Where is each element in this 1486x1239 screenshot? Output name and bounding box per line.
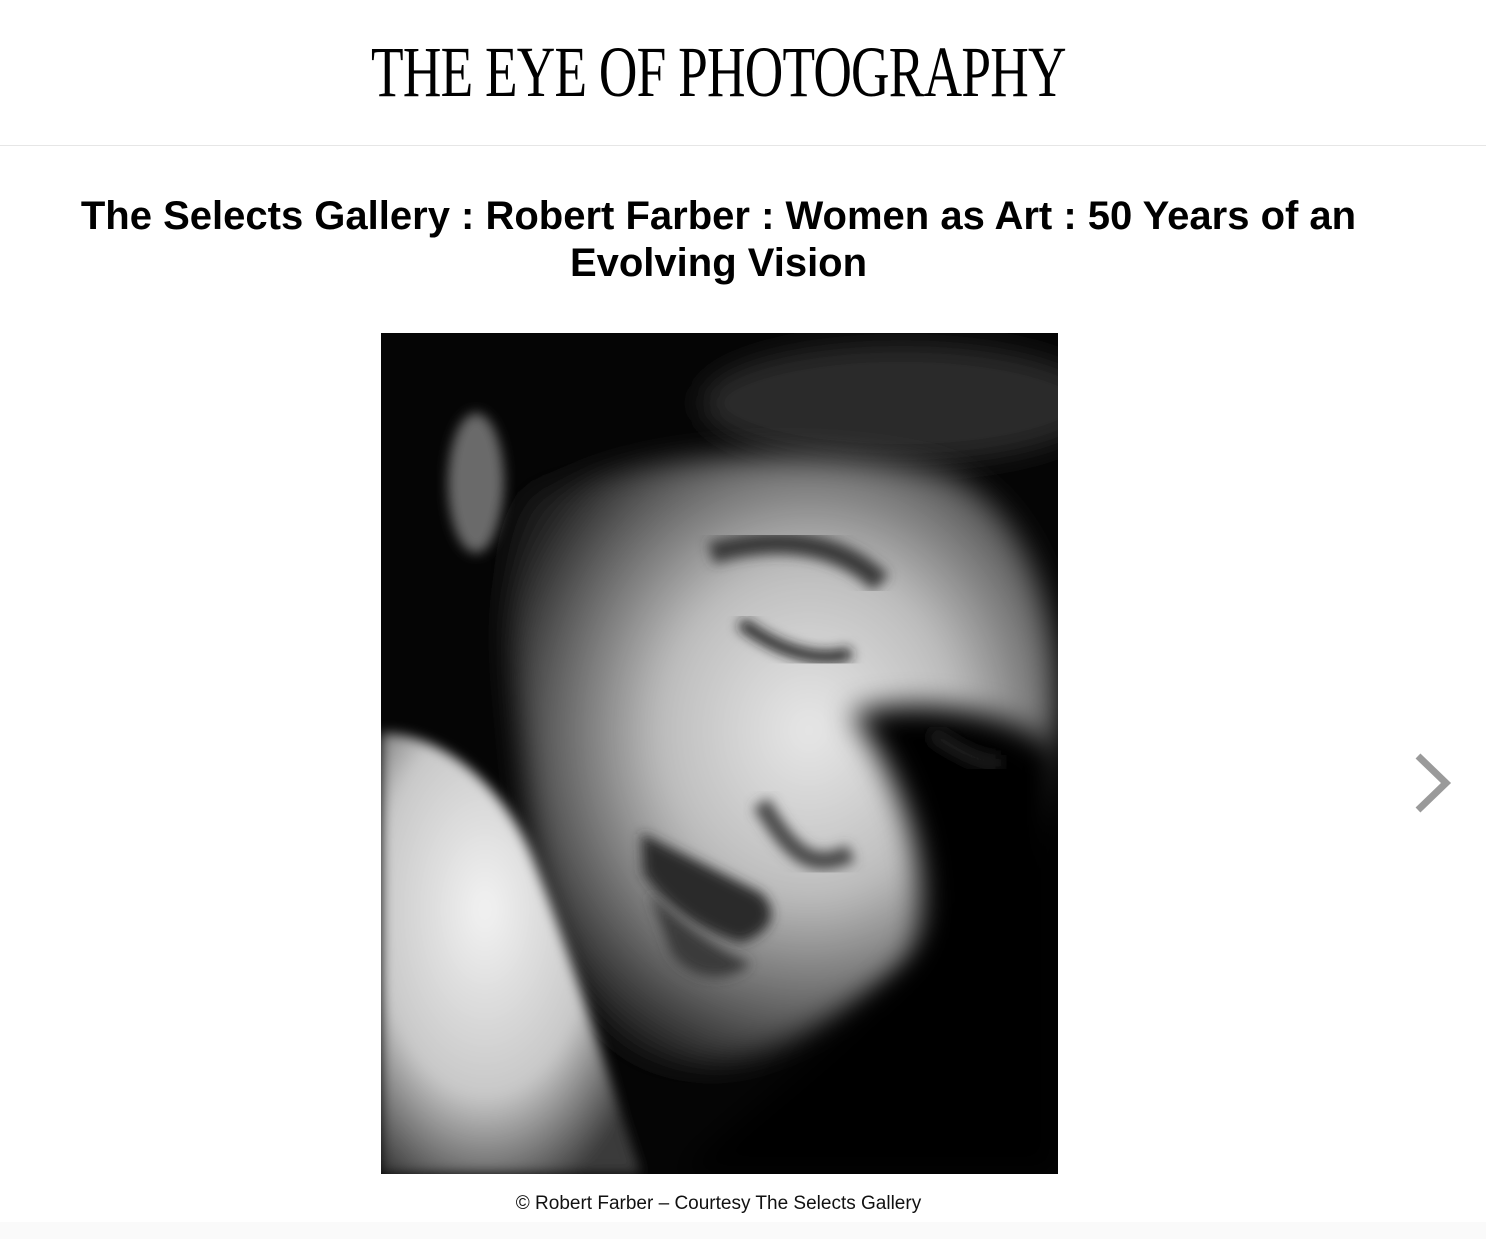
photo-caption: © Robert Farber – Courtesy The Selects G… (515, 1193, 922, 1214)
portrait-image (381, 333, 1058, 1174)
site-logo[interactable]: THE EYE OF PHOTOGRAPHY (187, 36, 1250, 108)
page-footer-strip (0, 1222, 1486, 1239)
slideshow-photo (381, 333, 1058, 1174)
page: THE EYE OF PHOTOGRAPHY The Selects Galle… (0, 0, 1486, 1239)
next-slide-button[interactable] (1408, 750, 1456, 816)
article-title: The Selects Gallery : Robert Farber : Wo… (80, 194, 1357, 285)
chevron-right-icon (1415, 753, 1452, 813)
masthead: THE EYE OF PHOTOGRAPHY (0, 0, 1486, 146)
